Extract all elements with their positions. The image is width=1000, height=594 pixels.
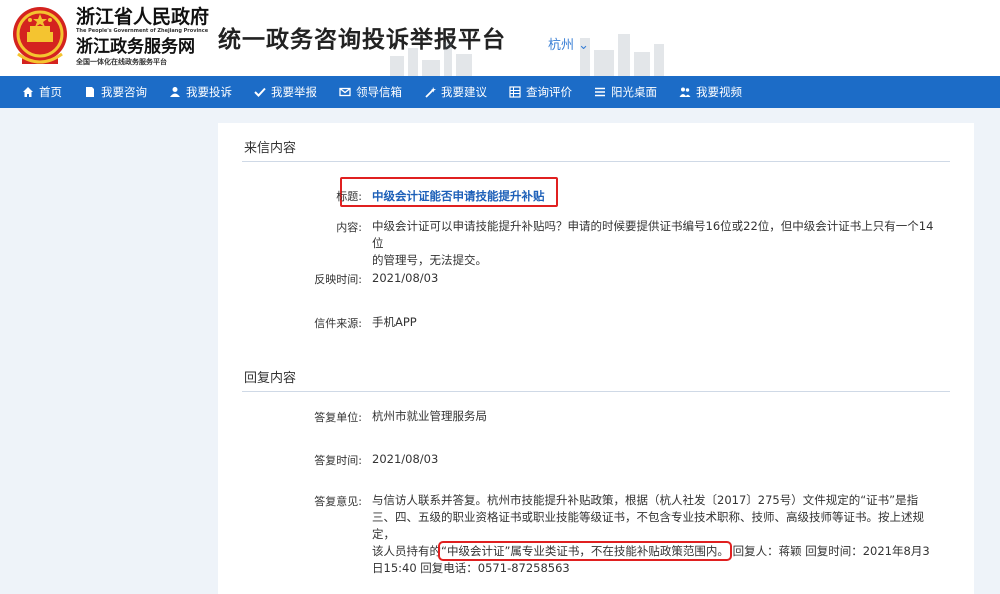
nav-label: 我要建议: [441, 85, 487, 99]
service-subtitle: 全国一体化在线政务服务平台: [76, 58, 167, 66]
nav-label: 我要视频: [696, 85, 742, 99]
reply-opinion: 与信访人联系并答复。杭州市技能提升补贴政策，根据（杭人社发〔2017〕275号）…: [372, 492, 942, 577]
reply-opinion-line: 日15:40 回复电话：0571-87258563: [372, 561, 570, 575]
nav-label: 查询评价: [526, 85, 572, 99]
nav-item-complaint[interactable]: 我要投诉: [169, 76, 232, 108]
nav-item-report[interactable]: 我要举报: [254, 76, 317, 108]
national-emblem-icon: [13, 7, 67, 64]
letter-source: 手机APP: [372, 315, 417, 329]
nav-item-home[interactable]: 首页: [22, 76, 62, 108]
letter-content-line: 中级会计证可以申请技能提升补贴吗？申请的时候要提供证书编号16位或22位，但中级…: [372, 219, 934, 250]
reply-opinion-highlight: “中级会计证”属专业类证书，不在技能补贴政策范围内。: [438, 541, 732, 561]
reply-unit-label: 答复单位:: [314, 411, 362, 424]
content-label: 内容:: [336, 221, 362, 234]
city-selector[interactable]: 杭州 ⌄: [548, 34, 589, 53]
check-icon: [254, 86, 266, 98]
reply-opinion-text: 回复人：蒋颖 回复时间：2021年8月3: [728, 544, 930, 558]
main-nav: 首页 我要咨询 我要投诉 我要举报 领导信箱 我要建议 查询评价 阳光桌面 我要…: [0, 76, 1000, 108]
reply-unit: 杭州市就业管理服务局: [372, 409, 487, 423]
list-icon: [594, 86, 606, 98]
service-title: 浙江政务服务网: [76, 37, 195, 57]
reply-opinion-line: 三、四、五级的职业资格证书或职业技能等级证书，不包含专业技术职称、技师、高级技师…: [372, 510, 924, 541]
grid-icon: [509, 86, 521, 98]
document-icon: [84, 86, 96, 98]
divider: [242, 161, 950, 162]
detail-panel: 来信内容 标题: 中级会计证能否申请技能提升补贴 内容: 中级会计证可以申请技能…: [218, 123, 974, 594]
letter-content: 中级会计证可以申请技能提升补贴吗？申请的时候要提供证书编号16位或22位，但中级…: [372, 218, 942, 269]
site-header: 浙江省人民政府 The People's Government of Zheji…: [0, 0, 1000, 76]
source-label: 信件来源:: [314, 317, 362, 330]
reply-time-label: 答复时间:: [314, 454, 362, 467]
time-label: 反映时间:: [314, 273, 362, 286]
wand-icon: [424, 86, 436, 98]
reply-opinion-line: 与信访人联系并答复。杭州市技能提升补贴政策，根据（杭人社发〔2017〕275号）…: [372, 493, 919, 507]
nav-label: 我要咨询: [101, 85, 147, 99]
reply-section-title: 回复内容: [244, 371, 297, 386]
reply-time: 2021/08/03: [372, 452, 439, 466]
divider: [242, 391, 950, 392]
reply-opinion-line: 该人员持有的“中级会计证”属专业类证书，不在技能补贴政策范围内。 回复人：蒋颖 …: [372, 541, 942, 561]
letter-section-title: 来信内容: [244, 141, 297, 156]
gov-title: 浙江省人民政府: [76, 6, 210, 28]
letter-content-line: 的管理号，无法提交。: [372, 253, 487, 267]
letter-title[interactable]: 中级会计证能否申请技能提升补贴: [372, 188, 545, 205]
home-icon: [22, 86, 34, 98]
nav-item-mailbox[interactable]: 领导信箱: [339, 76, 402, 108]
skyline-decoration: [390, 34, 664, 76]
nav-item-sunshine[interactable]: 阳光桌面: [594, 76, 657, 108]
nav-label: 我要举报: [271, 85, 317, 99]
nav-item-video[interactable]: 我要视频: [679, 76, 742, 108]
nav-item-query[interactable]: 查询评价: [509, 76, 572, 108]
reply-opinion-text: 该人员持有的: [372, 544, 441, 558]
nav-label: 首页: [39, 85, 62, 99]
mail-icon: [339, 86, 351, 98]
gov-title-en: The People's Government of Zhejiang Prov…: [76, 28, 209, 34]
nav-item-consult[interactable]: 我要咨询: [84, 76, 147, 108]
nav-label: 阳光桌面: [611, 85, 657, 99]
people-icon: [679, 86, 691, 98]
nav-label: 领导信箱: [356, 85, 402, 99]
nav-label: 我要投诉: [186, 85, 232, 99]
reply-opinion-label: 答复意见:: [314, 495, 362, 508]
user-icon: [169, 86, 181, 98]
letter-time: 2021/08/03: [372, 271, 439, 285]
nav-item-suggest[interactable]: 我要建议: [424, 76, 487, 108]
title-label: 标题:: [336, 190, 362, 203]
